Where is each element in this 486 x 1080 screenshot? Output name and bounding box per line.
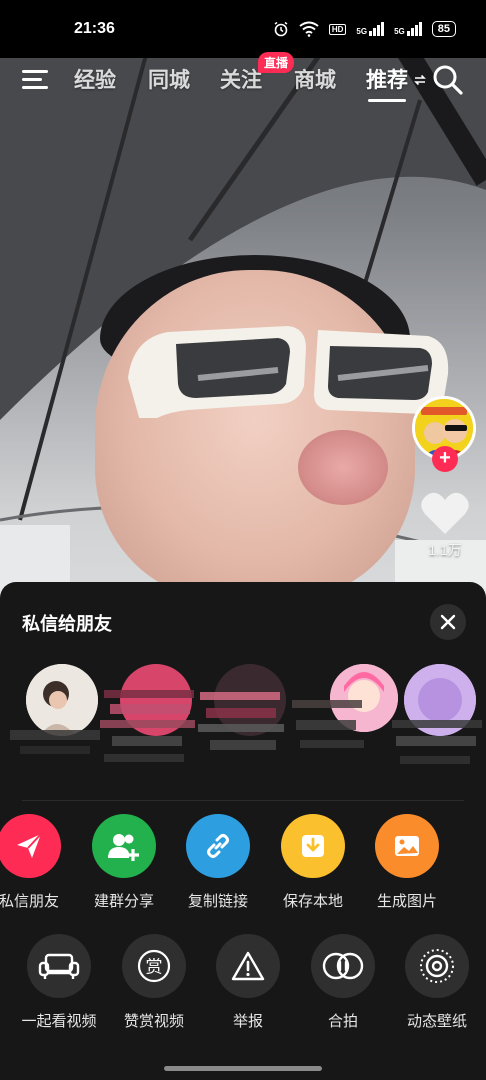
battery-icon: 85 — [431, 21, 456, 37]
action-label: 保存本地 — [282, 893, 343, 910]
like-icon[interactable] — [420, 490, 470, 536]
duet-button[interactable]: 合拍 — [296, 934, 390, 1031]
signal-icon: 5G — [394, 22, 422, 36]
hd-badge: HD — [328, 23, 347, 35]
menu-icon[interactable] — [22, 68, 52, 92]
lips — [298, 430, 388, 505]
wifi-icon — [299, 21, 319, 37]
share-sheet-title: 私信给朋友 — [22, 614, 112, 634]
reward-video-button[interactable]: 赏 赞赏视频 — [107, 934, 201, 1031]
live-badge[interactable]: 直播 — [258, 52, 295, 73]
sofa-icon — [27, 934, 91, 998]
copy-link-button[interactable]: 复制链接 — [171, 814, 265, 911]
home-indicator[interactable] — [164, 1066, 322, 1071]
top-nav: 经验 同城 关注 直播 商城 推荐 — [0, 52, 486, 104]
action-label: 建群分享 — [93, 893, 154, 910]
sunglasses — [128, 326, 449, 418]
link-icon — [186, 814, 250, 878]
close-button[interactable] — [430, 604, 466, 640]
report-button[interactable]: 举报 — [201, 934, 295, 1031]
action-label: 赞赏视频 — [123, 1013, 184, 1030]
action-label: 合拍 — [327, 1013, 358, 1030]
action-label: 一起看视频 — [21, 1013, 97, 1030]
live-wallpaper-button[interactable]: 动态壁纸 — [390, 934, 484, 1031]
send-icon — [0, 814, 61, 878]
search-icon[interactable] — [432, 64, 464, 96]
status-icons: HD 5G 5G 85 — [273, 21, 456, 37]
blurred-names-overlay — [10, 690, 482, 764]
warning-icon — [216, 934, 280, 998]
tab-nearby[interactable]: 同城 — [148, 64, 190, 94]
signal-icon: 5G — [356, 22, 385, 36]
action-label: 动态壁纸 — [406, 1013, 467, 1030]
action-label: 举报 — [232, 1013, 263, 1030]
live-wallpaper-icon — [405, 934, 469, 998]
share-private-message-button[interactable]: 私信朋友 — [0, 814, 76, 911]
action-label: 生成图片 — [376, 893, 437, 910]
status-time: 21:36 — [74, 20, 115, 37]
tab-experience[interactable]: 经验 — [74, 64, 116, 94]
share-sheet: 私信给朋友 私信朋友 建群分享 复制链接 保存本地 生成图片 一起看视频 赏 赞… — [0, 582, 486, 1080]
group-add-icon — [92, 814, 156, 878]
alarm-icon — [274, 21, 288, 37]
tab-recommend[interactable]: 推荐 — [366, 64, 408, 102]
download-icon — [281, 814, 345, 878]
switch-icon[interactable] — [414, 74, 426, 86]
image-icon — [375, 814, 439, 878]
reward-icon: 赏 — [122, 934, 186, 998]
action-label: 复制链接 — [187, 893, 248, 910]
share-group-button[interactable]: 建群分享 — [77, 814, 171, 911]
tab-following[interactable]: 关注 — [220, 64, 262, 94]
like-count: 1.1万 — [428, 542, 462, 558]
divider — [22, 800, 464, 801]
share-actions-row: 私信朋友 建群分享 复制链接 保存本地 生成图片 — [0, 814, 486, 924]
status-bar: 21:36 HD 5G 5G 85 — [0, 0, 486, 58]
duet-icon — [311, 934, 375, 998]
watch-together-button[interactable]: 一起看视频 — [12, 934, 106, 1031]
generate-image-button[interactable]: 生成图片 — [360, 814, 454, 911]
friend-list — [0, 660, 486, 790]
follow-button[interactable]: + — [432, 446, 458, 472]
tab-mall[interactable]: 商城 — [294, 64, 336, 94]
action-label: 私信朋友 — [0, 893, 59, 910]
more-actions-row: 一起看视频 赏 赞赏视频 举报 合拍 动态壁纸 — [0, 934, 486, 1044]
svg-text:赏: 赏 — [146, 958, 163, 978]
close-icon — [440, 614, 456, 630]
save-local-button[interactable]: 保存本地 — [266, 814, 360, 911]
